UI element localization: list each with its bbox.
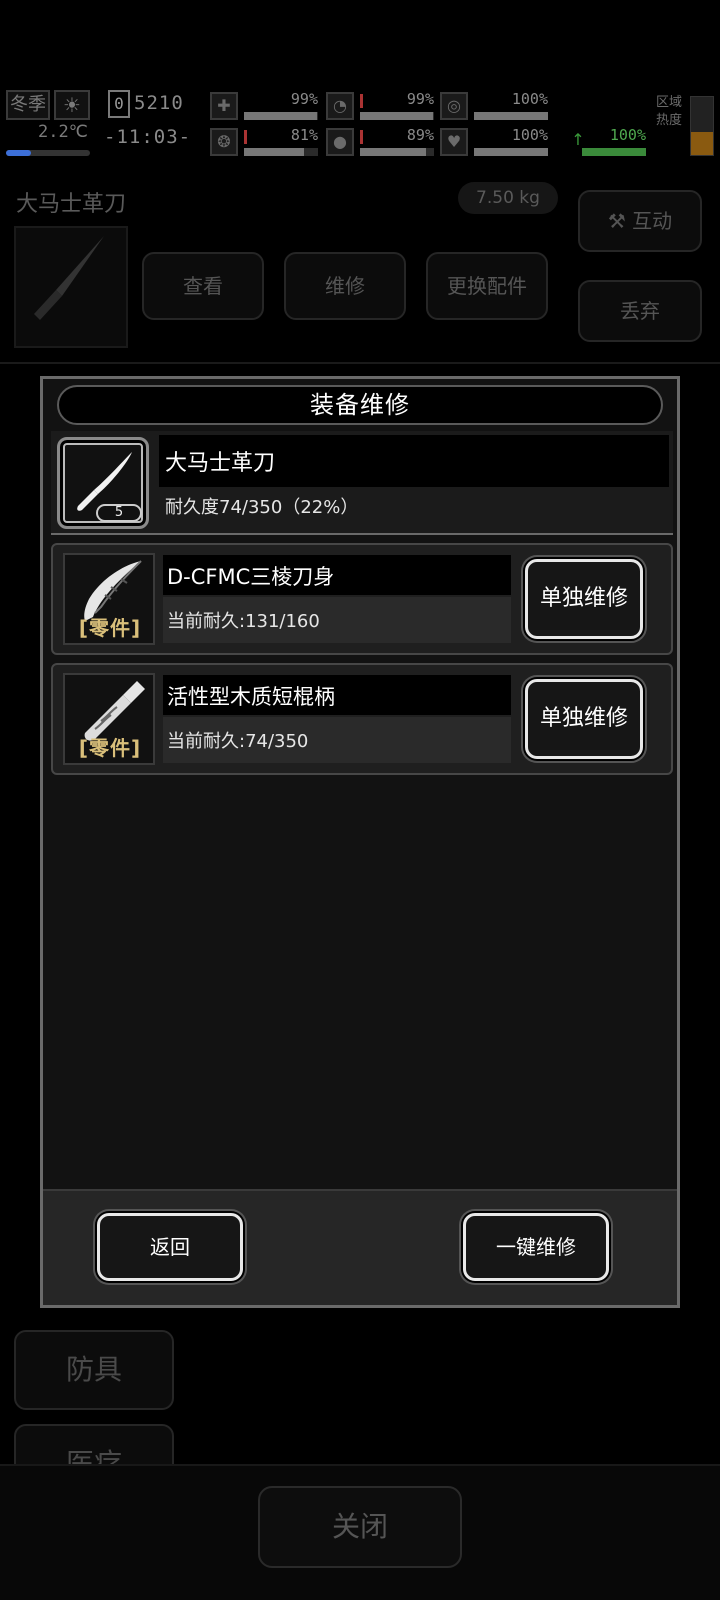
part-icon: [零件] xyxy=(63,673,155,765)
part-name: D-CFMC三棱刀身 xyxy=(167,565,335,589)
money-counter: 5210 xyxy=(134,92,184,114)
zone-heat-bar xyxy=(690,96,714,156)
item-icon xyxy=(14,226,128,348)
main-item-durability: 耐久度74/350（22%） xyxy=(165,497,359,518)
discard-button[interactable]: 丢弃 xyxy=(578,280,702,342)
main-item-name: 大马士革刀 xyxy=(165,451,276,476)
part-row: [零件] D-CFMC三棱刀身 当前耐久:131/160 单独维修 xyxy=(51,543,673,655)
part-tag: [零件] xyxy=(78,736,142,760)
interact-button[interactable]: ⚒ 互动 xyxy=(578,190,702,252)
day-counter: 0 xyxy=(108,90,130,118)
stat-heart: ♥ 100% xyxy=(440,126,548,160)
repair-all-button[interactable]: 一键维修 xyxy=(463,1213,609,1281)
season-indicator: 冬季 xyxy=(6,90,50,120)
stat-stomach: ◔ 99% xyxy=(326,90,434,124)
knife-icon xyxy=(34,236,104,320)
equipment-repair-dialog: 装备维修 5 大马士革刀 耐久度74/350（22%） [零件] D-CFMC三… xyxy=(40,376,680,1308)
stat-stamina: ◎ 100% xyxy=(440,90,548,124)
temperature: 2.2℃ xyxy=(38,122,88,142)
hammer-icon: ⚒ xyxy=(607,209,626,233)
part-name: 活性型木质短棍柄 xyxy=(167,685,335,709)
stomach-icon: ◔ xyxy=(326,92,354,120)
main-item-icon[interactable]: 5 xyxy=(57,437,149,529)
part-durability: 当前耐久:131/160 xyxy=(167,611,320,632)
stat-health: ✚ 99% xyxy=(210,90,318,124)
repair-part-button[interactable]: 单独维修 xyxy=(525,559,643,639)
status-bar: 冬季 ☀ 2.2℃ 0 5210 -11:03- ✚ 99% ◔ 99% ◎ 1… xyxy=(0,86,720,166)
stamina-icon: ◎ xyxy=(440,92,468,120)
back-button[interactable]: 返回 xyxy=(97,1213,243,1281)
game-clock: -11:03- xyxy=(104,126,192,148)
repair-button[interactable]: 维修 xyxy=(284,252,406,320)
replace-parts-button[interactable]: 更换配件 xyxy=(426,252,548,320)
repair-part-button[interactable]: 单独维修 xyxy=(525,679,643,759)
item-weight: 7.50 kg xyxy=(458,182,558,214)
part-tag: [零件] xyxy=(78,616,142,640)
stat-sanity: ❂ 81% xyxy=(210,126,318,160)
item-level-badge: 5 xyxy=(96,504,142,522)
part-durability: 当前耐久:74/350 xyxy=(167,731,309,752)
category-armor[interactable]: 防具 xyxy=(14,1330,174,1410)
part-icon: [零件] xyxy=(63,553,155,645)
main-item-row: 5 大马士革刀 耐久度74/350（22%） xyxy=(51,431,673,535)
health-icon: ✚ xyxy=(210,92,238,120)
zone-heat-label: 区域热度 xyxy=(656,95,683,128)
temperature-bar xyxy=(6,150,90,156)
dialog-title: 装备维修 xyxy=(310,391,410,419)
stat-energy: ↑ 100% xyxy=(568,126,646,160)
item-title: 大马士革刀 xyxy=(16,192,127,217)
view-button[interactable]: 查看 xyxy=(142,252,264,320)
dialog-header: 装备维修 xyxy=(57,385,663,425)
sun-icon: ☀ xyxy=(54,90,90,120)
water-drop-icon: ● xyxy=(326,128,354,156)
close-button[interactable]: 关闭 xyxy=(258,1486,462,1568)
stat-water: ● 89% xyxy=(326,126,434,160)
brain-icon: ❂ xyxy=(210,128,238,156)
part-row: [零件] 活性型木质短棍柄 当前耐久:74/350 单独维修 xyxy=(51,663,673,775)
dialog-footer: 返回 一键维修 xyxy=(43,1189,677,1305)
heart-icon: ♥ xyxy=(440,128,468,156)
